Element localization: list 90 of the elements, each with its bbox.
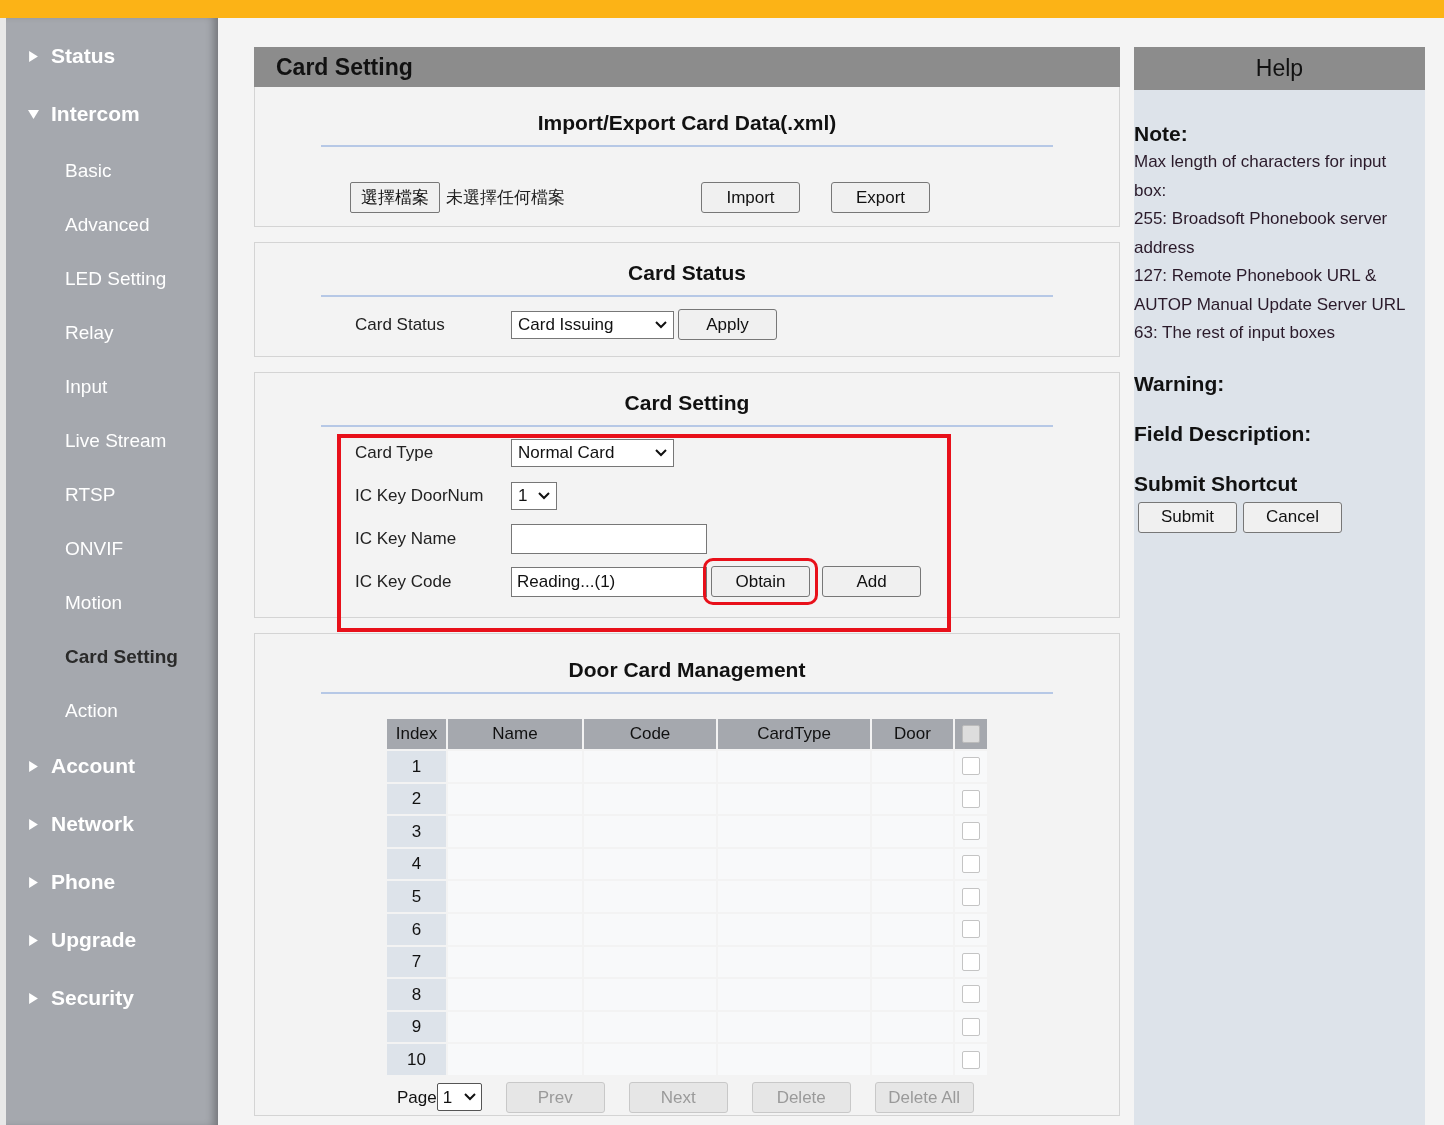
dropdown-select[interactable]: 1 — [511, 481, 557, 510]
help-text: 127: Remote Phonebook URL & AUTOP Manual Update Server URL — [1134, 265, 1407, 316]
help-heading: Submit Shortcut — [1134, 470, 1299, 497]
sidebar-group[interactable]: Intercom — [6, 86, 218, 144]
sidebar-group[interactable]: Security — [6, 970, 218, 1028]
index-cell: 6 — [387, 913, 446, 945]
page-label: Page — [397, 1086, 437, 1109]
sidebar-group[interactable]: Phone — [6, 854, 218, 912]
row-checkbox[interactable] — [962, 985, 980, 1004]
help-text: Max length of characters for input box: — [1134, 151, 1388, 202]
sidebar-item[interactable]: Live Stream — [6, 414, 218, 468]
chevron-down-icon — [655, 448, 667, 457]
sidebar-item[interactable]: Advanced — [6, 198, 218, 252]
triangle-right-icon — [28, 876, 39, 888]
index-cell: 2 — [387, 783, 446, 815]
action-button[interactable]: Import — [701, 182, 800, 213]
column-header: Name — [448, 719, 582, 749]
help-text: 63: The rest of input boxes — [1134, 322, 1336, 344]
input-field[interactable]: Reading...(1) — [511, 566, 707, 597]
triangle-right-icon — [28, 992, 39, 1004]
help-title: Help — [1134, 47, 1425, 90]
action-button[interactable]: Submit — [1138, 501, 1237, 533]
column-header: Code — [584, 719, 716, 749]
action-button[interactable]: Export — [831, 182, 930, 213]
column-header: Door — [872, 719, 953, 749]
row-checkbox[interactable] — [962, 789, 980, 808]
sidebar-item[interactable]: ONVIF — [6, 522, 218, 576]
action-button[interactable]: Apply — [678, 309, 777, 340]
sidebar-item[interactable]: LED Setting — [6, 252, 218, 306]
sidebar-item[interactable]: RTSP — [6, 468, 218, 522]
row-checkbox[interactable] — [962, 757, 980, 776]
page-title-bar: Card Setting — [254, 47, 1120, 87]
page-select[interactable]: 1 — [436, 1083, 482, 1112]
section-title: Import/Export Card Data(.xml) — [537, 110, 837, 137]
index-cell: 9 — [387, 1011, 446, 1043]
row-checkbox[interactable] — [962, 920, 980, 939]
field-label: Card Type — [355, 441, 435, 464]
triangle-right-icon — [28, 760, 39, 772]
file-choose-button[interactable]: 選擇檔案 — [350, 182, 440, 213]
index-cell: 4 — [387, 848, 446, 880]
help-heading: Warning: — [1134, 370, 1226, 397]
triangle-right-icon — [28, 934, 39, 946]
chevron-down-icon — [655, 320, 667, 329]
index-cell: 5 — [387, 881, 446, 912]
help-heading: Note: — [1134, 121, 1189, 147]
row-checkbox[interactable] — [962, 952, 980, 971]
column-header: Index — [387, 719, 446, 749]
triangle-down-icon — [28, 108, 39, 120]
index-cell: 10 — [387, 1044, 446, 1075]
action-button[interactable]: Obtain — [711, 566, 810, 597]
input-field[interactable] — [511, 523, 707, 554]
action-button[interactable]: Cancel — [1243, 501, 1342, 533]
field-label: IC Key DoorNum — [355, 484, 485, 507]
sidebar-item[interactable]: Input — [6, 360, 218, 414]
row-checkbox[interactable] — [962, 887, 980, 906]
select-all-checkbox[interactable] — [962, 725, 980, 743]
sidebar-item[interactable]: Action — [6, 684, 218, 738]
dropdown-select[interactable]: Normal Card — [511, 438, 674, 467]
sidebar-group[interactable]: Network — [6, 796, 218, 854]
index-cell: 3 — [387, 816, 446, 847]
row-checkbox[interactable] — [962, 1050, 980, 1069]
dropdown-select[interactable]: Card Issuing — [511, 310, 674, 339]
chevron-down-icon — [463, 1093, 476, 1102]
index-cell: 8 — [387, 979, 446, 1010]
field-label: IC Key Name — [355, 527, 458, 550]
triangle-right-icon — [28, 818, 39, 830]
sidebar-item[interactable]: Relay — [6, 306, 218, 360]
row-checkbox[interactable] — [962, 822, 980, 841]
sidebar-item[interactable]: Card Setting — [6, 630, 218, 684]
index-cell: 1 — [387, 751, 446, 782]
field-label: IC Key Code — [355, 570, 453, 593]
help-heading: Field Description: — [1134, 420, 1313, 447]
action-button[interactable]: Add — [822, 566, 921, 597]
chevron-down-icon — [538, 491, 550, 500]
sidebar-item[interactable]: Basic — [6, 144, 218, 198]
field-label: Card Status — [355, 313, 446, 336]
sidebar-group[interactable]: Account — [6, 738, 218, 796]
section-title: Card Setting — [624, 390, 750, 417]
file-status-text: 未選擇任何檔案 — [446, 186, 566, 209]
column-header: CardType — [718, 719, 870, 749]
triangle-right-icon — [28, 50, 39, 62]
index-cell: 7 — [387, 946, 446, 978]
row-checkbox[interactable] — [962, 855, 980, 874]
sidebar-item[interactable]: Motion — [6, 576, 218, 630]
sidebar-group[interactable]: Status — [6, 28, 218, 86]
row-checkbox[interactable] — [962, 1018, 980, 1037]
sidebar-group[interactable]: Upgrade — [6, 912, 218, 970]
section-title: Card Status — [628, 260, 746, 287]
help-text: 255: Broadsoft Phonebook server address — [1134, 208, 1389, 259]
section-title: Door Card Management — [568, 657, 806, 684]
